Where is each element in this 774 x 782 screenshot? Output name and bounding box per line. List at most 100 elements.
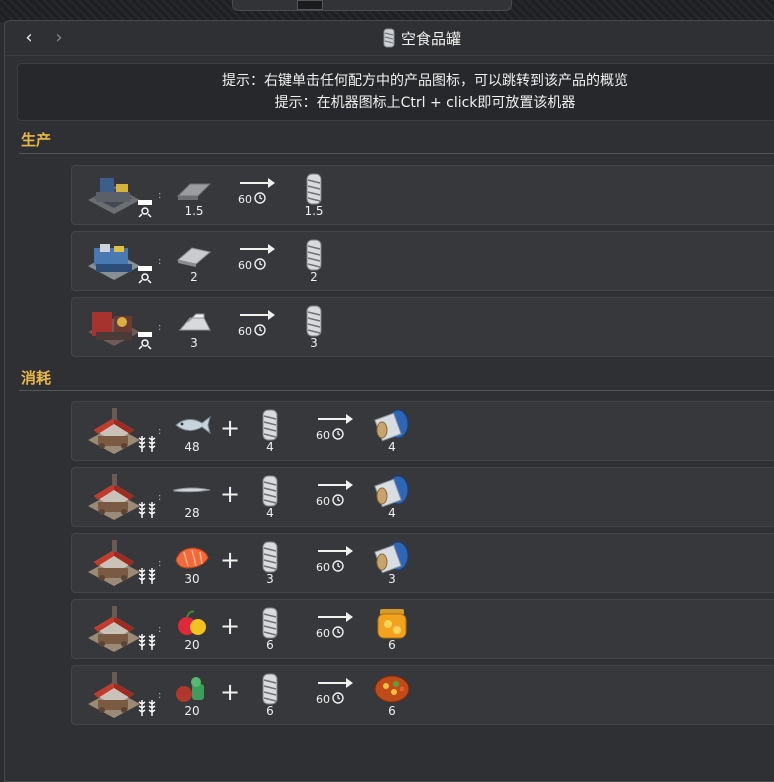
item-quantity: 3 bbox=[310, 336, 318, 350]
top-background-strip bbox=[0, 0, 774, 22]
recipe-item[interactable]: 6 bbox=[250, 672, 290, 718]
salmon-fillet-icon bbox=[172, 540, 212, 574]
forward-button[interactable]: › bbox=[49, 28, 69, 48]
metal-press-advanced-icon[interactable] bbox=[84, 236, 144, 286]
recipe-item[interactable]: 4 bbox=[372, 408, 412, 454]
recipe-duration: 60 bbox=[316, 494, 344, 509]
farm-type-icon bbox=[136, 630, 158, 652]
recipe-item[interactable]: 3 bbox=[372, 540, 412, 586]
metal-press-basic-icon[interactable] bbox=[84, 170, 144, 220]
recipe-item[interactable]: 4 bbox=[250, 408, 290, 454]
recipe-item[interactable]: 6 bbox=[372, 672, 412, 718]
arrow-line bbox=[318, 550, 348, 552]
machine-type-separator: : bbox=[158, 426, 162, 437]
section-production-label: 生产 bbox=[21, 131, 52, 149]
recipe-duration: 60 bbox=[238, 192, 266, 207]
item-quantity: 48 bbox=[184, 440, 200, 454]
factory-type-icon bbox=[136, 328, 158, 350]
item-quantity: 30 bbox=[184, 572, 200, 586]
recipe-item[interactable]: 2 bbox=[174, 238, 214, 284]
clock-icon bbox=[332, 626, 344, 641]
recipe-arrow: 60 bbox=[316, 676, 356, 712]
section-divider bbox=[19, 390, 774, 391]
fish-icon bbox=[172, 408, 212, 442]
recipe-item[interactable]: 4 bbox=[372, 474, 412, 520]
arrow-line bbox=[318, 682, 348, 684]
recipe-duration: 60 bbox=[238, 324, 266, 339]
arrow-icon bbox=[346, 480, 353, 490]
recipe-item[interactable]: 3 bbox=[174, 304, 214, 350]
factory-type-icon bbox=[136, 196, 158, 218]
recipe-item[interactable]: 4 bbox=[250, 474, 290, 520]
recipe-item[interactable]: 48 bbox=[172, 408, 212, 454]
metal-press-heavy-icon[interactable] bbox=[84, 302, 144, 352]
steel-plate-icon bbox=[174, 238, 214, 272]
fruit-jar-icon bbox=[372, 606, 412, 640]
item-quantity: 2 bbox=[190, 270, 198, 284]
cannery-icon[interactable] bbox=[84, 406, 144, 456]
plus-icon: + bbox=[220, 546, 241, 574]
recipe-item[interactable]: 20 bbox=[172, 606, 212, 652]
section-divider bbox=[19, 153, 774, 154]
recipe-row: : 20 +6 60 6 bbox=[71, 665, 774, 725]
top-tab bbox=[232, 0, 512, 11]
item-quantity: 20 bbox=[184, 704, 200, 718]
stew-bowl-icon bbox=[372, 672, 412, 706]
clock-icon bbox=[332, 428, 344, 443]
recipe-duration: 60 bbox=[316, 626, 344, 641]
recipe-item[interactable]: 2 bbox=[294, 238, 334, 284]
machine-type-separator: : bbox=[158, 690, 162, 701]
recipe-item[interactable]: 1.5 bbox=[174, 172, 214, 218]
hint-line-2: 提示：在机器图标上Ctrl + click即可放置该机器 bbox=[274, 95, 576, 111]
recipe-duration: 60 bbox=[316, 692, 344, 707]
title-bar: ‹ › 空食品罐 bbox=[5, 21, 774, 56]
item-quantity: 6 bbox=[266, 638, 274, 652]
item-quantity: 4 bbox=[266, 506, 274, 520]
cannery-icon[interactable] bbox=[84, 670, 144, 720]
recipe-item[interactable]: 6 bbox=[372, 606, 412, 652]
hint-line-1: 提示：右键单击任何配方中的产品图标，可以跳转到该产品的概览 bbox=[222, 73, 628, 89]
back-button[interactable]: ‹ bbox=[19, 28, 39, 48]
empty-can-icon bbox=[250, 672, 290, 706]
item-quantity: 3 bbox=[266, 572, 274, 586]
arrow-icon bbox=[346, 678, 353, 688]
recipe-item[interactable]: 28 bbox=[172, 474, 212, 520]
arrow-icon bbox=[346, 546, 353, 556]
cannery-icon[interactable] bbox=[84, 538, 144, 588]
plus-icon: + bbox=[220, 612, 241, 640]
clock-icon bbox=[332, 494, 344, 509]
eel-icon bbox=[172, 474, 212, 508]
cannery-icon[interactable] bbox=[84, 472, 144, 522]
recipe-item[interactable]: 20 bbox=[172, 672, 212, 718]
arrow-icon bbox=[346, 612, 353, 622]
recipe-item[interactable]: 1.5 bbox=[294, 172, 334, 218]
recipe-arrow: 60 bbox=[316, 610, 356, 646]
item-quantity: 3 bbox=[190, 336, 198, 350]
machine-type-separator: : bbox=[158, 624, 162, 635]
recipe-row: : 20 +6 60 6 bbox=[71, 599, 774, 659]
item-quantity: 4 bbox=[388, 506, 396, 520]
item-quantity: 28 bbox=[184, 506, 200, 520]
recipe-arrow: 60 bbox=[238, 242, 278, 278]
aluminum-ingot-icon bbox=[174, 304, 214, 338]
top-tab-field[interactable] bbox=[297, 0, 323, 10]
cannery-icon[interactable] bbox=[84, 604, 144, 654]
recipe-item[interactable]: 30 bbox=[172, 540, 212, 586]
recipe-row: : 1.5 60 1.5 bbox=[71, 165, 774, 225]
recipe-item[interactable]: 6 bbox=[250, 606, 290, 652]
canned-fish-icon bbox=[372, 540, 412, 574]
page-title-text: 空食品罐 bbox=[401, 29, 462, 48]
arrow-line bbox=[240, 182, 270, 184]
recipe-item[interactable]: 3 bbox=[250, 540, 290, 586]
recipe-row: : 30 +3 60 3 bbox=[71, 533, 774, 593]
recipe-row: : 28 +4 60 4 bbox=[71, 467, 774, 527]
item-quantity: 6 bbox=[266, 704, 274, 718]
plus-icon: + bbox=[220, 480, 241, 508]
recipe-item[interactable]: 3 bbox=[294, 304, 334, 350]
duration-value: 60 bbox=[316, 693, 330, 706]
empty-can-icon bbox=[294, 238, 334, 272]
product-overview-window: ‹ › 空食品罐 提示：右键单击任何配方中的产品图标，可以跳转到该产品的概览 提… bbox=[4, 20, 774, 782]
recipe-arrow: 60 bbox=[316, 412, 356, 448]
duration-value: 60 bbox=[316, 561, 330, 574]
canned-fish-icon bbox=[372, 408, 412, 442]
